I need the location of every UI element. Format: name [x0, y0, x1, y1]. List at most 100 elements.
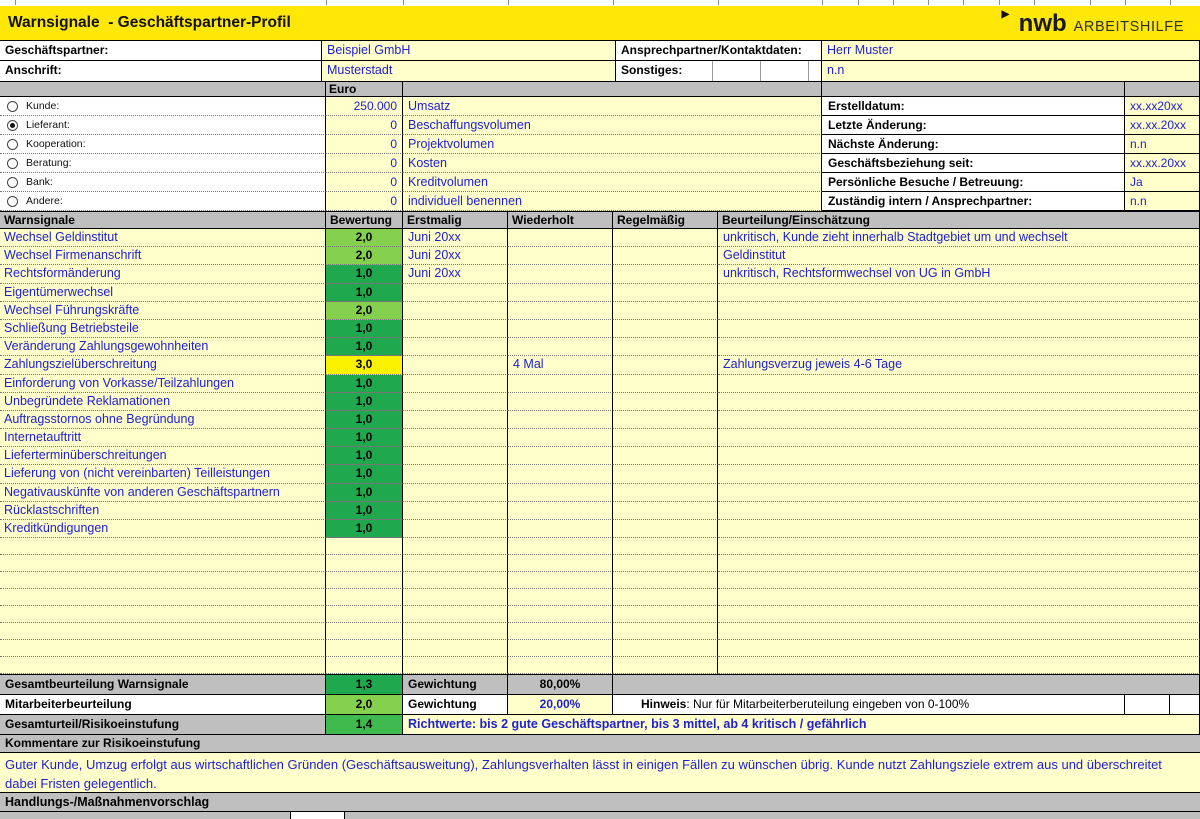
note-cell[interactable] — [718, 393, 1200, 411]
meta-value-cell[interactable]: n.n — [1125, 192, 1200, 211]
score-cell[interactable]: 1,0 — [326, 375, 403, 393]
first-cell[interactable] — [403, 338, 508, 356]
repeat-cell[interactable] — [508, 284, 613, 302]
repeat-cell[interactable] — [508, 229, 613, 247]
first-cell[interactable] — [403, 320, 508, 338]
regular-cell[interactable] — [613, 429, 718, 447]
first-cell[interactable] — [403, 502, 508, 520]
note-cell[interactable] — [718, 320, 1200, 338]
score-cell[interactable]: 3,0 — [326, 356, 403, 374]
radio-icon[interactable] — [7, 196, 18, 207]
score-cell[interactable]: 1,0 — [326, 484, 403, 502]
note-cell[interactable] — [718, 465, 1200, 483]
amount-cell[interactable]: 0 — [326, 154, 403, 173]
repeat-cell[interactable] — [508, 484, 613, 502]
regular-cell[interactable] — [613, 411, 718, 429]
first-cell[interactable] — [403, 429, 508, 447]
first-cell[interactable] — [403, 465, 508, 483]
regular-cell[interactable] — [613, 229, 718, 247]
repeat-cell[interactable] — [508, 302, 613, 320]
regular-cell[interactable] — [613, 247, 718, 265]
score-cell[interactable]: 2,0 — [326, 247, 403, 265]
regular-cell[interactable] — [613, 356, 718, 374]
radio-andere[interactable]: Andere: — [0, 192, 326, 211]
repeat-cell[interactable] — [508, 465, 613, 483]
score-cell[interactable]: 1,0 — [326, 520, 403, 538]
radio-icon[interactable] — [7, 139, 18, 150]
regular-cell[interactable] — [613, 320, 718, 338]
note-cell[interactable] — [718, 284, 1200, 302]
first-cell[interactable] — [403, 375, 508, 393]
repeat-cell[interactable] — [508, 265, 613, 283]
repeat-cell[interactable] — [508, 502, 613, 520]
amount-cell[interactable]: 0 — [326, 192, 403, 211]
regular-cell[interactable] — [613, 484, 718, 502]
radio-kunde[interactable]: Kunde: — [0, 97, 326, 116]
contact-value-cell[interactable]: Herr Muster — [822, 41, 1200, 61]
meta-value-cell[interactable]: n.n — [1125, 135, 1200, 154]
note-cell[interactable] — [718, 375, 1200, 393]
radio-kooperation[interactable]: Kooperation: — [0, 135, 326, 154]
repeat-cell[interactable] — [508, 411, 613, 429]
amount-cell[interactable]: 250.000 — [326, 97, 403, 116]
volume-label-cell[interactable]: individuell benennen — [403, 192, 822, 211]
regular-cell[interactable] — [613, 375, 718, 393]
regular-cell[interactable] — [613, 284, 718, 302]
score-cell[interactable]: 1,0 — [326, 265, 403, 283]
radio-icon[interactable] — [7, 101, 18, 112]
note-cell[interactable] — [718, 447, 1200, 465]
repeat-cell[interactable] — [508, 338, 613, 356]
note-cell[interactable]: Geldinstitut — [718, 247, 1200, 265]
first-cell[interactable] — [403, 302, 508, 320]
repeat-cell[interactable] — [508, 320, 613, 338]
note-cell[interactable]: unkritisch, Kunde zieht innerhalb Stadtg… — [718, 229, 1200, 247]
note-cell[interactable]: unkritisch, Rechtsformwechsel von UG in … — [718, 265, 1200, 283]
first-cell[interactable] — [403, 447, 508, 465]
first-cell[interactable] — [403, 393, 508, 411]
regular-cell[interactable] — [613, 338, 718, 356]
radio-icon[interactable] — [7, 120, 18, 131]
score-cell[interactable]: 1,0 — [326, 447, 403, 465]
first-cell[interactable] — [403, 484, 508, 502]
regular-cell[interactable] — [613, 502, 718, 520]
first-cell[interactable] — [403, 411, 508, 429]
meta-value-cell[interactable]: xx.xx.20xx — [1125, 154, 1200, 173]
amount-cell[interactable]: 0 — [326, 173, 403, 192]
radio-beratung[interactable]: Beratung: — [0, 154, 326, 173]
first-cell[interactable] — [403, 356, 508, 374]
first-cell[interactable]: Juni 20xx — [403, 265, 508, 283]
repeat-cell[interactable] — [508, 520, 613, 538]
meta-value-cell[interactable]: xx.xx.20xx — [1125, 116, 1200, 135]
meta-value-cell[interactable]: Ja — [1125, 173, 1200, 192]
regular-cell[interactable] — [613, 393, 718, 411]
radio-icon[interactable] — [7, 158, 18, 169]
volume-label-cell[interactable]: Kosten — [403, 154, 822, 173]
note-cell[interactable] — [718, 502, 1200, 520]
repeat-cell[interactable] — [508, 429, 613, 447]
regular-cell[interactable] — [613, 447, 718, 465]
first-cell[interactable] — [403, 520, 508, 538]
score-cell[interactable]: 1,0 — [326, 338, 403, 356]
radio-bank[interactable]: Bank: — [0, 173, 326, 192]
score-cell[interactable]: 1,0 — [326, 284, 403, 302]
score-cell[interactable]: 1,0 — [326, 320, 403, 338]
amount-cell[interactable]: 0 — [326, 135, 403, 154]
repeat-cell[interactable] — [508, 447, 613, 465]
note-cell[interactable] — [718, 520, 1200, 538]
repeat-cell[interactable] — [508, 247, 613, 265]
radio-icon[interactable] — [7, 177, 18, 188]
note-cell[interactable] — [718, 411, 1200, 429]
score-cell[interactable]: 1,0 — [326, 502, 403, 520]
regular-cell[interactable] — [613, 465, 718, 483]
repeat-cell[interactable] — [508, 393, 613, 411]
score-cell[interactable]: 1,0 — [326, 393, 403, 411]
regular-cell[interactable] — [613, 520, 718, 538]
repeat-cell[interactable] — [508, 375, 613, 393]
radio-lieferant[interactable]: Lieferant: — [0, 116, 326, 135]
volume-label-cell[interactable]: Umsatz — [403, 97, 822, 116]
note-cell[interactable] — [718, 338, 1200, 356]
first-cell[interactable]: Juni 20xx — [403, 247, 508, 265]
other-value-cell[interactable]: n.n — [822, 61, 1200, 82]
note-cell[interactable] — [718, 484, 1200, 502]
score-cell[interactable]: 2,0 — [326, 302, 403, 320]
